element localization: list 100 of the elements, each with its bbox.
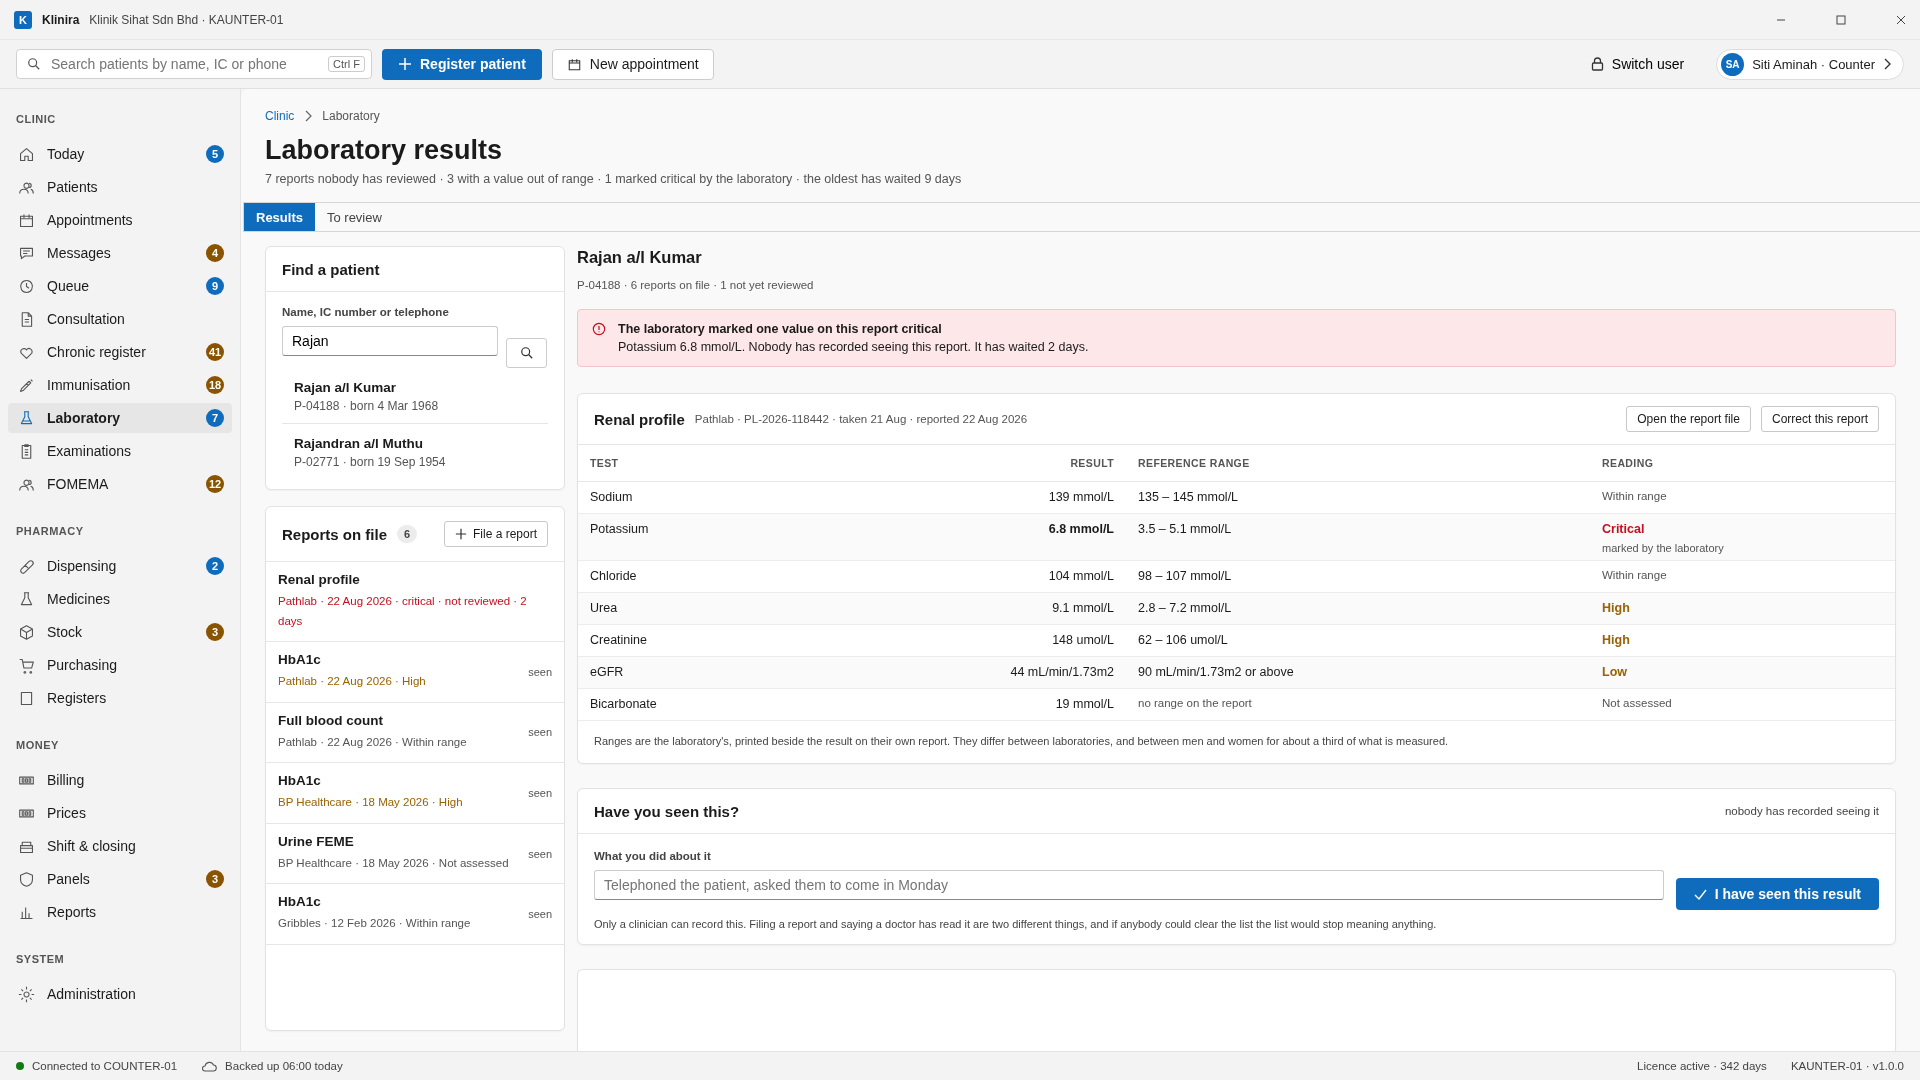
sidebar-item[interactable]: Medicines (8, 584, 232, 614)
field-label: What you did about it (594, 850, 712, 862)
report-item[interactable]: Full blood count Pathlab · 22 Aug 2026 · Within range seen (266, 702, 564, 764)
status-dot-icon (16, 1062, 24, 1070)
register-patient-button[interactable]: Register patient (382, 48, 542, 80)
page-summary: 7 reports nobody has reviewed · 3 with a value out of range · 1 marked critical by the laboratory · the oldest has waited 9 days (264, 172, 963, 186)
report-action-button[interactable]: Open the report file (1626, 406, 1751, 432)
table-cell-text: Creatinine (590, 633, 648, 649)
switch-user-button[interactable]: Switch user (1584, 55, 1691, 73)
new-appointment-button[interactable]: New appointment (551, 48, 714, 80)
table-cell-text: Potassium (590, 522, 650, 538)
search-icon (27, 57, 41, 71)
report-item[interactable]: Renal profile Pathlab · 22 Aug 2026 · critical · not reviewed · 2 days (266, 562, 564, 643)
patient-result[interactable]: Rajandran a/l Muthu P-02771 · born 19 Sep 1954 (282, 424, 548, 479)
sidebar-item[interactable]: Patients (8, 172, 232, 202)
field-label: Name, IC number or telephone (282, 306, 450, 318)
table-cell-text: 6.8 mmol/L (1047, 522, 1114, 538)
sidebar-item[interactable]: Registers (8, 683, 232, 713)
sidebar-item[interactable]: Panels 3 (8, 864, 232, 894)
search-field[interactable]: Search patients by name, IC or phone Ctrl F (16, 49, 372, 79)
window-title: Klinik Sihat Sdn Bhd · KAUNTER-01 (89, 12, 284, 27)
reading-label: Not assessed (1602, 697, 1673, 709)
sidebar-item[interactable]: Examinations (8, 436, 232, 466)
page-title: Laboratory results (265, 135, 504, 166)
sidebar-item[interactable]: Prices (8, 798, 232, 828)
card-title: Reports on file (282, 525, 387, 543)
table-cell-text: 104 mmol/L (1047, 569, 1114, 585)
card-title: Renal profile (594, 410, 685, 428)
maximize-icon[interactable] (1836, 14, 1846, 25)
sidebar-item[interactable]: Chronic register 41 (8, 337, 232, 367)
sidebar-item[interactable]: Immunisation 18 (8, 370, 232, 400)
connection-status: Connected to COUNTER-01 (32, 1060, 178, 1072)
action-field[interactable]: Telephoned the patient, asked them to come in Monday (594, 870, 1664, 900)
nav-icon (18, 689, 35, 707)
table-cell-text: Urea (590, 601, 619, 617)
report-item[interactable]: Urine FEME BP Healthcare · 18 May 2026 · Not assessed seen (266, 823, 564, 885)
breadcrumb-link[interactable]: Clinic (265, 109, 295, 123)
lock-icon (1590, 57, 1604, 71)
cloud-icon (201, 1060, 218, 1072)
patient-result[interactable]: Rajan a/l Kumar P-04188 · born 4 Mar 1968 (282, 368, 548, 424)
check-icon (1693, 888, 1707, 900)
sidebar-item[interactable]: Messages 4 (8, 238, 232, 268)
nav-icon (18, 557, 35, 575)
sidebar-item[interactable]: Today 5 (8, 139, 232, 169)
count-badge: 7 (206, 409, 224, 427)
patient-search-field[interactable]: Rajan (282, 326, 498, 356)
column-header: READING (1602, 457, 1655, 469)
column-header: REFERENCE RANGE (1138, 457, 1251, 469)
table-cell-text: 2.8 – 7.2 mmol/L (1138, 601, 1233, 617)
alert-icon (592, 322, 606, 336)
sidebar-item[interactable]: Appointments (8, 205, 232, 235)
sidebar-item[interactable]: Consultation (8, 304, 232, 334)
reading-note: marked by the laboratory (1602, 542, 1725, 554)
review-status: nobody has recorded seeing it (1724, 805, 1879, 817)
sidebar-item[interactable]: Reports (8, 897, 232, 927)
user-menu-button[interactable]: SA Siti Aminah · Counter (1716, 48, 1904, 80)
search-input[interactable]: Search patients by name, IC or phone (49, 55, 321, 73)
nav-icon (18, 145, 35, 163)
count-badge: 41 (206, 343, 224, 361)
table-cell-text: Bicarbonate (590, 697, 658, 713)
backup-status: Backed up 06:00 today (225, 1060, 343, 1072)
search-button[interactable] (506, 338, 547, 368)
close-icon[interactable] (1896, 14, 1906, 25)
nav-icon (18, 409, 35, 427)
count-badge: 9 (206, 277, 224, 295)
sidebar-item[interactable]: Stock 3 (8, 617, 232, 647)
breadcrumb-current: Laboratory (322, 109, 380, 123)
sidebar-item[interactable]: Queue 9 (8, 271, 232, 301)
sidebar-item[interactable]: Dispensing 2 (8, 551, 232, 581)
sidebar-item[interactable]: Shift & closing (8, 831, 232, 861)
sidebar-item[interactable]: Purchasing (8, 650, 232, 680)
tab[interactable]: To review (314, 203, 394, 231)
file-report-button[interactable]: File a report (443, 521, 548, 547)
column-header: TEST (590, 457, 620, 469)
seen-result-button[interactable]: I have seen this result (1675, 878, 1879, 910)
table-cell-text: 44 mL/min/1.73m2 (1009, 665, 1114, 681)
report-action-button[interactable]: Correct this report (1760, 406, 1879, 432)
reading-label: Within range (1602, 569, 1668, 581)
sidebar-item[interactable]: Administration (8, 979, 232, 1009)
sidebar-item[interactable]: FOMEMA 12 (8, 469, 232, 499)
nav-icon (18, 870, 35, 888)
count-badge: 4 (206, 244, 224, 262)
report-item[interactable]: HbA1c BP Healthcare · 18 May 2026 · High seen (266, 763, 564, 824)
patient-name: Rajan a/l Kumar (577, 248, 703, 267)
alert-title: The laboratory marked one value on this report critical (618, 322, 943, 336)
sidebar-item[interactable]: Laboratory 7 (8, 403, 232, 433)
report-item[interactable]: HbA1c Gribbles · 12 Feb 2026 · Within range seen (266, 884, 564, 945)
table-cell-text: 90 mL/min/1.73m2 or above (1138, 665, 1295, 681)
nav-icon (18, 590, 35, 608)
sidebar-item[interactable]: Billing (8, 765, 232, 795)
calendar-icon (566, 56, 582, 72)
report-meta: Pathlab · PL-2026-118442 · taken 21 Aug · reported 22 Aug 2026 (694, 413, 1028, 425)
plus-icon (398, 57, 412, 71)
app-name: Klinira (42, 12, 80, 27)
tab[interactable]: Results (244, 203, 315, 231)
section-heading: SYSTEM (15, 952, 66, 967)
report-item[interactable]: HbA1c Pathlab · 22 Aug 2026 · High seen (266, 642, 564, 703)
nav-icon (18, 376, 35, 394)
table-cell-text: Sodium (590, 490, 634, 506)
nav-icon (18, 623, 35, 641)
